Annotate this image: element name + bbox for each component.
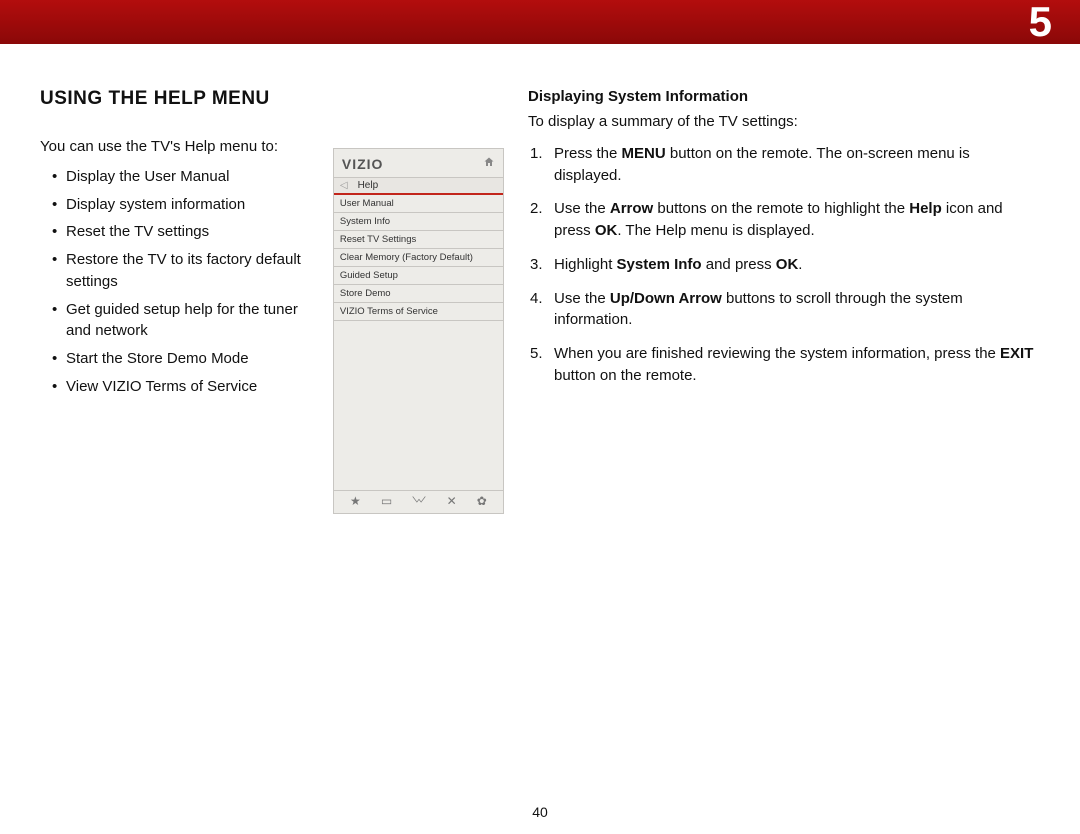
list-item: View VIZIO Terms of Service (40, 376, 315, 398)
step-bold: Arrow (610, 200, 653, 217)
star-icon: ★ (350, 495, 361, 507)
page-content: USING THE HELP MENU You can use the TV's… (0, 44, 1080, 534)
step-text: Use the (554, 290, 610, 307)
menu-item: VIZIO Terms of Service (334, 303, 503, 321)
menu-title: Help (358, 180, 379, 191)
list-item: Display system information (40, 194, 315, 216)
right-intro: To display a summary of the TV settings: (528, 111, 1040, 133)
steps-list: Press the MENU button on the remote. The… (528, 143, 1040, 387)
feature-bullets: Display the User Manual Display system i… (40, 166, 315, 398)
list-item: Reset the TV settings (40, 221, 315, 243)
tv-menu-screenshot: VIZIO ◁ Help User Manual System Info Res… (333, 148, 504, 514)
left-column: USING THE HELP MENU You can use the TV's… (40, 88, 504, 514)
chapter-number: 5 (1029, 0, 1052, 46)
intro-text: You can use the TV's Help menu to: (40, 136, 315, 158)
step-bold: MENU (622, 145, 666, 162)
step-bold: Up/Down Arrow (610, 290, 722, 307)
step-text: Press the (554, 145, 622, 162)
menu-header: VIZIO (334, 149, 503, 177)
menu-item: System Info (334, 213, 503, 231)
step-item: Use the Arrow buttons on the remote to h… (528, 198, 1040, 242)
step-item: Use the Up/Down Arrow buttons to scroll … (528, 288, 1040, 332)
v-icon (412, 495, 426, 507)
step-bold: Help (909, 200, 942, 217)
step-bold: EXIT (1000, 345, 1033, 362)
menu-item: Store Demo (334, 285, 503, 303)
header-band: 5 (0, 0, 1080, 44)
back-icon: ◁ (340, 180, 348, 191)
menu-item: Clear Memory (Factory Default) (334, 249, 503, 267)
step-text: When you are finished reviewing the syst… (554, 345, 1000, 362)
step-bold: OK (776, 256, 799, 273)
step-bold: OK (595, 222, 618, 239)
home-icon (483, 155, 495, 173)
list-item: Start the Store Demo Mode (40, 348, 315, 370)
step-text: Highlight (554, 256, 617, 273)
step-text: . (798, 256, 802, 273)
close-icon: ✕ (447, 495, 457, 507)
sub-heading: Displaying System Information (528, 88, 1040, 105)
step-bold: System Info (617, 256, 702, 273)
step-item: Highlight System Info and press OK. (528, 254, 1040, 276)
step-item: When you are finished reviewing the syst… (528, 343, 1040, 387)
brand-logo: VIZIO (342, 156, 384, 172)
menu-item: User Manual (334, 195, 503, 213)
list-item: Get guided setup help for the tuner and … (40, 299, 315, 343)
gear-icon: ✿ (477, 495, 487, 507)
menu-item: Reset TV Settings (334, 231, 503, 249)
menu-item: Guided Setup (334, 267, 503, 285)
intro-block: USING THE HELP MENU You can use the TV's… (40, 88, 315, 514)
page-number: 40 (0, 804, 1080, 820)
list-item: Restore the TV to its factory default se… (40, 249, 315, 293)
section-heading: USING THE HELP MENU (40, 88, 315, 110)
step-text: buttons on the remote to highlight the (653, 200, 909, 217)
widescreen-icon: ▭ (381, 495, 392, 507)
menu-footer: ★ ▭ ✕ ✿ (334, 491, 503, 513)
menu-items: User Manual System Info Reset TV Setting… (334, 195, 503, 321)
step-text: button on the remote. (554, 367, 697, 384)
step-text: . The Help menu is displayed. (617, 222, 814, 239)
menu-spacer (334, 321, 503, 491)
menu-title-row: ◁ Help (334, 177, 503, 195)
step-item: Press the MENU button on the remote. The… (528, 143, 1040, 187)
step-text: Use the (554, 200, 610, 217)
step-text: and press (702, 256, 776, 273)
list-item: Display the User Manual (40, 166, 315, 188)
right-column: Displaying System Information To display… (528, 88, 1040, 514)
